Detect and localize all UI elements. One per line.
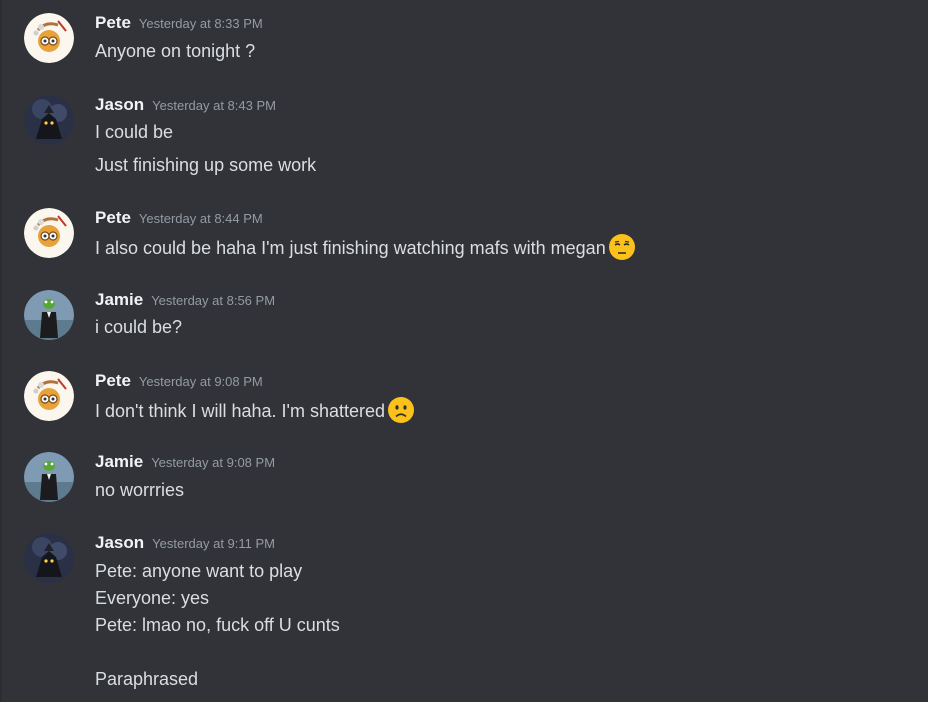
jamie-avatar[interactable] — [24, 452, 74, 502]
message-author[interactable]: Pete — [95, 13, 131, 32]
message-timestamp: Yesterday at 9:08 PM — [151, 455, 276, 470]
message-text: i could be? — [95, 317, 183, 337]
message-header: Pete Yesterday at 8:44 PM — [95, 208, 263, 228]
jason-avatar[interactable] — [24, 533, 74, 583]
pete-avatar[interactable] — [24, 13, 74, 63]
message-author[interactable]: Pete — [95, 371, 131, 390]
message-author[interactable]: Jason — [95, 533, 144, 552]
unamused-face-emoji[interactable] — [608, 233, 636, 261]
message-timestamp: Yesterday at 8:56 PM — [151, 293, 276, 308]
message-text: I could be — [95, 122, 174, 142]
message-text-row: I also could be haha I'm just finishing … — [95, 233, 636, 263]
message-text: Everyone: yes — [95, 588, 210, 608]
message-text: I don't think I will haha. I'm shattered — [95, 400, 386, 421]
message-text: Just finishing up some work — [95, 155, 317, 175]
message-header: Pete Yesterday at 8:33 PM — [95, 13, 263, 33]
message-header: Jason Yesterday at 8:43 PM — [95, 95, 276, 115]
message-author[interactable]: Jamie — [95, 452, 143, 471]
message-text: Paraphrased — [95, 669, 199, 689]
message-header: Jamie Yesterday at 9:08 PM — [95, 452, 275, 472]
message-text: Anyone on tonight ? — [95, 41, 256, 61]
message-text-row: I don't think I will haha. I'm shattered — [95, 396, 415, 426]
message-author[interactable]: Jamie — [95, 290, 143, 309]
message-text: Pete: anyone want to play — [95, 561, 303, 581]
message-timestamp: Yesterday at 8:44 PM — [138, 211, 263, 226]
message-text: I also could be haha I'm just finishing … — [95, 237, 606, 258]
message-header: Pete Yesterday at 9:08 PM — [95, 371, 263, 391]
pete-avatar[interactable] — [24, 208, 74, 258]
message-timestamp: Yesterday at 8:43 PM — [152, 98, 276, 113]
message-header: Jamie Yesterday at 8:56 PM — [95, 290, 275, 310]
pete-avatar[interactable] — [24, 371, 74, 421]
message-text: Pete: lmao no, fuck off U cunts — [95, 615, 340, 635]
message-timestamp: Yesterday at 9:08 PM — [138, 374, 263, 389]
message-text: no worrries — [95, 480, 185, 500]
jamie-avatar[interactable] — [24, 290, 74, 340]
message-author[interactable]: Pete — [95, 208, 131, 227]
jason-avatar[interactable] — [24, 95, 74, 145]
message-author[interactable]: Jason — [95, 95, 144, 114]
message-header: Jason Yesterday at 9:11 PM — [95, 533, 275, 553]
chat-messages: Pete Yesterday at 8:33 PM Anyone on tonig… — [0, 0, 928, 702]
message-timestamp: Yesterday at 8:33 PM — [138, 16, 263, 31]
message-timestamp: Yesterday at 9:11 PM — [152, 536, 275, 551]
frowning-face-emoji[interactable] — [387, 396, 415, 424]
